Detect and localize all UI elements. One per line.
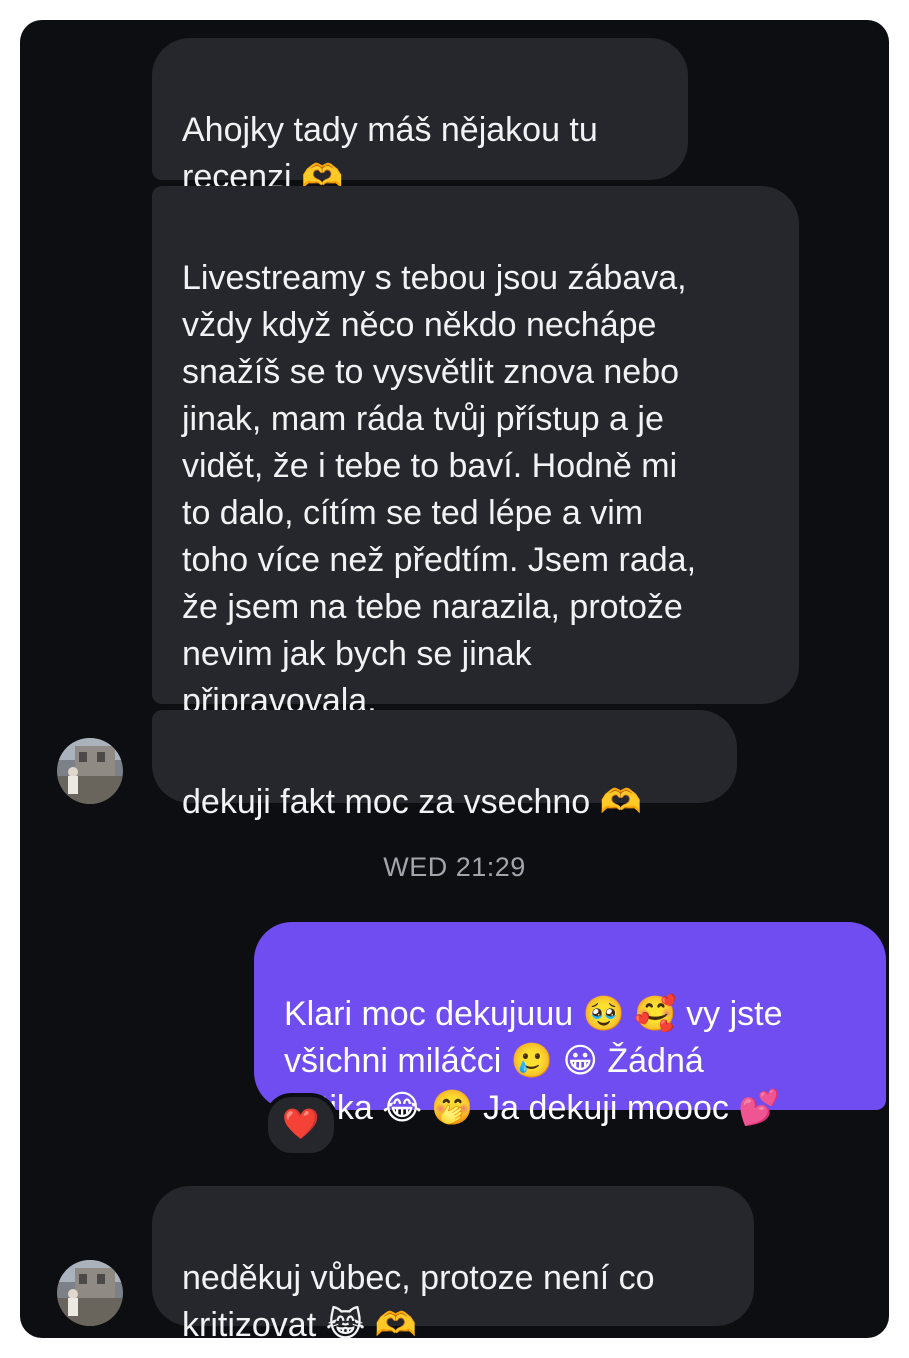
message-text: Klari moc dekujuuu 🥹 🥰 vy jste všichni m… [284, 995, 783, 1127]
chat-thread: Ahojky tady máš nějakou tu recenzi 🫶 Liv… [20, 20, 889, 1338]
message-text: neděkuj vůbec, protoze není co kritizova… [182, 1259, 655, 1338]
message-text: Ahojky tady máš nějakou tu recenzi 🫶 [182, 111, 598, 196]
incoming-message-bubble[interactable]: Livestreamy s tebou jsou zábava, vždy kd… [152, 186, 799, 720]
message-timestamp: WED 21:29 [383, 852, 526, 882]
contact-avatar[interactable] [57, 738, 123, 804]
avatar-photo [57, 1260, 123, 1326]
incoming-message-bubble[interactable]: Ahojky tady máš nějakou tu recenzi 🫶 [152, 38, 688, 196]
contact-avatar[interactable] [57, 1260, 123, 1326]
incoming-message-bubble[interactable]: dekuji fakt moc za vsechno 🫶 [152, 710, 737, 821]
outgoing-message-bubble[interactable]: Klari moc dekujuuu 🥹 🥰 vy jste všichni m… [254, 922, 886, 1127]
message-text: dekuji fakt moc za vsechno 🫶 [182, 783, 642, 821]
message-text: Livestreamy s tebou jsou zábava, vždy kd… [182, 259, 697, 720]
message-reaction[interactable]: ❤️ [264, 1093, 338, 1157]
heart-reaction-icon: ❤️ [282, 1108, 320, 1141]
avatar-photo [57, 738, 123, 804]
incoming-message-bubble[interactable]: neděkuj vůbec, protoze není co kritizova… [152, 1186, 754, 1338]
